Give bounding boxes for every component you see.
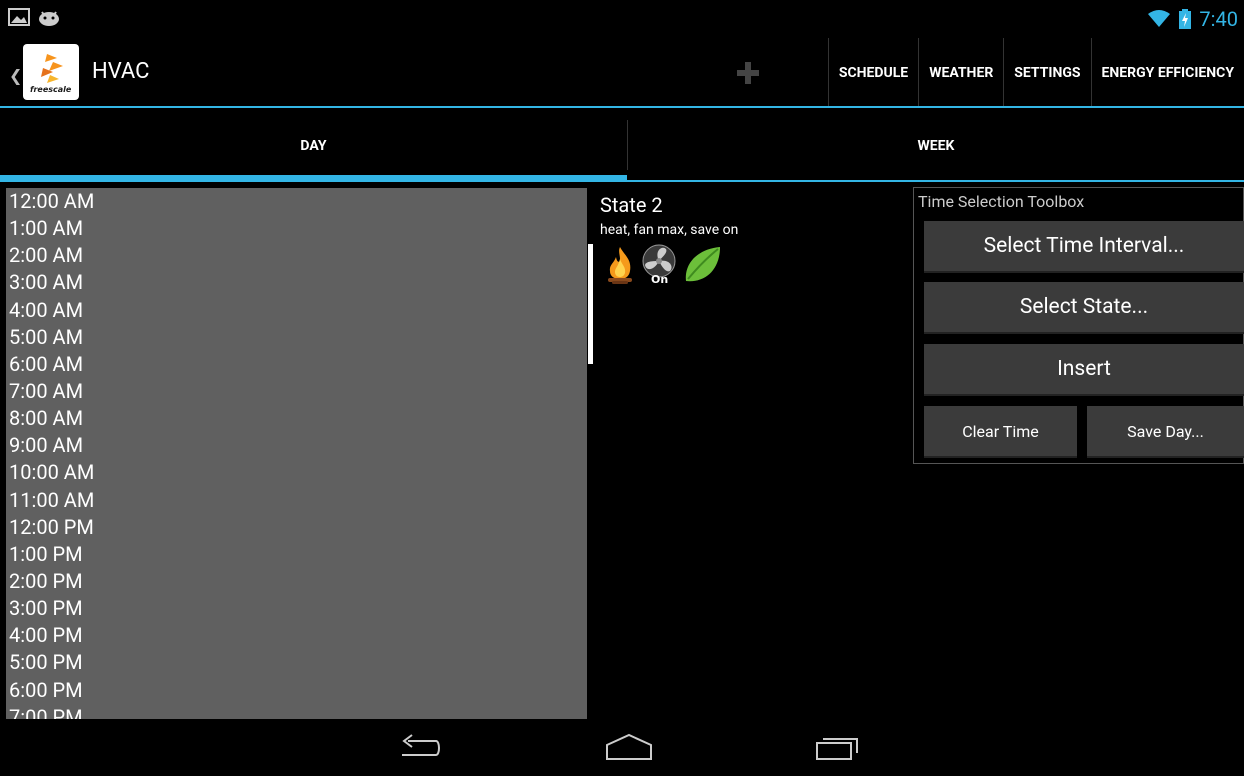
battery-charging-icon bbox=[1179, 9, 1192, 29]
insert-button[interactable]: Insert bbox=[924, 344, 1244, 396]
status-time: 7:40 bbox=[1199, 7, 1238, 31]
action-settings[interactable]: SETTINGS bbox=[1003, 38, 1090, 108]
app-title: HVAC bbox=[92, 59, 150, 84]
save-day-button[interactable]: Save Day... bbox=[1087, 406, 1244, 458]
time-row-2pm[interactable]: 2:00 PM bbox=[6, 568, 587, 595]
time-row-5pm[interactable]: 5:00 PM bbox=[6, 649, 587, 676]
scrollbar-thumb[interactable] bbox=[588, 244, 593, 364]
android-icon bbox=[39, 11, 59, 26]
time-row-2am[interactable]: 2:00 AM bbox=[6, 242, 587, 269]
back-icon[interactable] bbox=[398, 733, 442, 761]
state-icons: On bbox=[604, 243, 722, 285]
action-bar: ❮ freescale HVAC SCHEDULE WEATHER SETTIN… bbox=[0, 38, 1244, 108]
up-caret-icon[interactable]: ❮ bbox=[9, 66, 22, 85]
time-selection-toolbox: Time Selection Toolbox Select Time Inter… bbox=[913, 187, 1244, 464]
time-row-10am[interactable]: 10:00 AM bbox=[6, 459, 587, 486]
time-row-4pm[interactable]: 4:00 PM bbox=[6, 622, 587, 649]
time-row-8am[interactable]: 8:00 AM bbox=[6, 405, 587, 432]
tab-bar-underline bbox=[627, 180, 1244, 182]
leaf-icon bbox=[685, 247, 720, 282]
time-row-12pm[interactable]: 12:00 PM bbox=[6, 514, 587, 541]
toolbox-title: Time Selection Toolbox bbox=[918, 192, 1085, 211]
fan-on-badge: On bbox=[651, 273, 668, 285]
time-row-1am[interactable]: 1:00 AM bbox=[6, 215, 587, 242]
status-bar: 7:40 bbox=[0, 0, 1244, 38]
clear-time-button[interactable]: Clear Time bbox=[924, 406, 1077, 458]
status-left bbox=[8, 8, 60, 26]
time-row-11am[interactable]: 11:00 AM bbox=[6, 487, 587, 514]
action-schedule[interactable]: SCHEDULE bbox=[827, 38, 918, 108]
tab-day-indicator bbox=[0, 175, 627, 182]
action-weather[interactable]: WEATHER bbox=[918, 38, 1003, 108]
time-row-7am[interactable]: 7:00 AM bbox=[6, 378, 587, 405]
fan-on-icon: On bbox=[642, 244, 676, 285]
logo-text: freescale bbox=[30, 85, 72, 94]
time-row-9am[interactable]: 9:00 AM bbox=[6, 432, 587, 459]
state-description: heat, fan max, save on bbox=[600, 222, 739, 238]
time-row-5am[interactable]: 5:00 AM bbox=[6, 324, 587, 351]
select-state-button[interactable]: Select State... bbox=[924, 282, 1244, 334]
home-icon[interactable] bbox=[605, 733, 653, 761]
time-row-6pm[interactable]: 6:00 PM bbox=[6, 677, 587, 704]
recent-apps-icon[interactable] bbox=[815, 733, 861, 761]
select-time-interval-button[interactable]: Select Time Interval... bbox=[924, 221, 1244, 273]
time-row-3pm[interactable]: 3:00 PM bbox=[6, 595, 587, 622]
time-row-1pm[interactable]: 1:00 PM bbox=[6, 541, 587, 568]
status-right: 7:40 bbox=[1147, 8, 1238, 30]
time-row-4am[interactable]: 4:00 AM bbox=[6, 297, 587, 324]
tab-day[interactable]: DAY bbox=[0, 108, 627, 183]
time-row-3am[interactable]: 3:00 AM bbox=[6, 269, 587, 296]
navigation-bar bbox=[0, 719, 1244, 776]
fire-icon bbox=[608, 247, 632, 284]
action-energy-efficiency[interactable]: ENERGY EFFICIENCY bbox=[1090, 38, 1244, 108]
time-row-7pm[interactable]: 7:00 PM bbox=[6, 704, 587, 719]
time-row-6am[interactable]: 6:00 AM bbox=[6, 351, 587, 378]
tab-bar: DAY WEEK bbox=[0, 108, 1244, 183]
image-notification-icon bbox=[8, 8, 30, 26]
time-list[interactable]: 12:00 AM 1:00 AM 2:00 AM 3:00 AM 4:00 AM… bbox=[6, 188, 587, 719]
tab-week[interactable]: WEEK bbox=[628, 108, 1244, 183]
app-logo[interactable]: freescale bbox=[23, 44, 79, 100]
add-icon[interactable] bbox=[737, 62, 759, 84]
state-title: State 2 bbox=[600, 193, 663, 217]
time-row-12am[interactable]: 12:00 AM bbox=[6, 188, 587, 215]
wifi-icon bbox=[1148, 10, 1171, 27]
action-menu: SCHEDULE WEATHER SETTINGS ENERGY EFFICIE… bbox=[827, 38, 1244, 108]
